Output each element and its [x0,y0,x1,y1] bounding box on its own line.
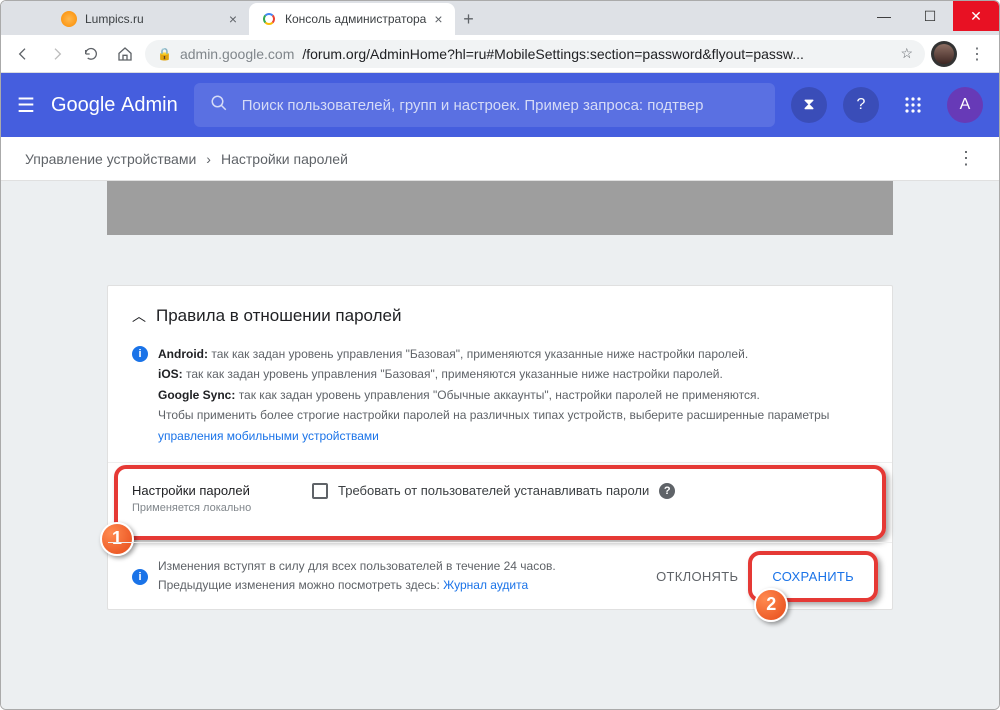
breadcrumb-more-icon[interactable]: ⋮ [957,148,975,169]
tab-strip: Lumpics.ru × Консоль администратора × + [1,0,999,35]
chevron-up-icon: ︿ [132,306,146,326]
app-logo: Google Admin [51,94,178,117]
card-header[interactable]: ︿ Правила в отношении паролей [108,286,892,336]
lock-icon: 🔒 [157,47,172,61]
account-avatar[interactable]: A [947,87,983,123]
password-settings-row: Настройки паролей Применяется локально Т… [108,462,892,542]
tab-label: Lumpics.ru [85,12,144,26]
footer-text: Изменения вступят в силу для всех пользо… [158,557,556,595]
tab-close-icon[interactable]: × [434,11,442,27]
info-icon: i [132,569,148,585]
window-minimize-button[interactable]: — [861,1,907,31]
info-text: Android: так как задан уровень управлени… [158,344,829,446]
favicon-lumpics-icon [61,11,77,27]
save-button[interactable]: СОХРАНИТЬ [758,561,868,592]
favicon-admin-icon [261,11,277,27]
tab-close-icon[interactable]: × [229,11,237,27]
banner-placeholder [107,181,893,235]
tab-admin-console[interactable]: Консоль администратора × [249,3,455,35]
breadcrumb-sep: › [206,151,211,167]
new-tab-button[interactable]: + [455,9,483,30]
browser-menu-button[interactable]: ⋮ [963,40,991,68]
require-password-checkbox[interactable] [312,483,328,499]
nav-home-button[interactable] [111,40,139,68]
url-path: /forum.org/AdminHome?hl=ru#MobileSetting… [302,46,804,62]
info-icon: i [132,346,148,362]
search-icon [210,94,228,116]
app-header: ☰ Google Admin Поиск пользователей, груп… [1,73,999,137]
content-area: ︿ Правила в отношении паролей i Android:… [1,181,999,709]
password-rules-card: ︿ Правила в отношении паролей i Android:… [107,285,893,610]
activity-icon[interactable]: ⧗ [791,87,827,123]
window-maximize-button[interactable]: ☐ [907,1,953,31]
bookmark-star-icon[interactable]: ☆ [900,45,913,62]
settings-title: Настройки паролей [132,483,292,498]
tab-lumpics[interactable]: Lumpics.ru × [49,3,249,35]
window-close-button[interactable]: ✕ [953,1,999,31]
mobile-management-link[interactable]: управления мобильными устройствами [158,429,379,443]
audit-log-link[interactable]: Журнал аудита [443,578,528,592]
help-icon[interactable]: ? [843,87,879,123]
checkbox-label: Требовать от пользователей устанавливать… [338,483,649,498]
help-tooltip-icon[interactable]: ? [659,483,675,499]
breadcrumb: Управление устройствами › Настройки паро… [1,137,999,181]
search-placeholder: Поиск пользователей, групп и настроек. П… [242,97,704,114]
nav-back-button[interactable] [9,40,37,68]
settings-subtitle: Применяется локально [132,502,292,514]
card-title: Правила в отношении паролей [156,306,401,326]
address-bar-row: 🔒 admin.google.com/forum.org/AdminHome?h… [1,35,999,73]
hamburger-menu-icon[interactable]: ☰ [17,93,35,118]
url-host: admin.google.com [180,46,294,62]
tab-label: Консоль администратора [285,12,426,26]
search-bar[interactable]: Поиск пользователей, групп и настроек. П… [194,83,775,127]
apps-grid-icon[interactable] [895,87,931,123]
nav-forward-button[interactable] [43,40,71,68]
omnibox[interactable]: 🔒 admin.google.com/forum.org/AdminHome?h… [145,40,925,68]
info-block: i Android: так как задан уровень управле… [108,336,892,462]
breadcrumb-current: Настройки паролей [221,151,348,167]
cancel-button[interactable]: ОТКЛОНЯТЬ [644,561,750,592]
profile-avatar[interactable] [931,41,957,67]
breadcrumb-link-devices[interactable]: Управление устройствами [25,151,196,167]
annotation-badge-2: 2 [754,588,788,622]
nav-reload-button[interactable] [77,40,105,68]
card-footer: i Изменения вступят в силу для всех поль… [108,542,892,609]
